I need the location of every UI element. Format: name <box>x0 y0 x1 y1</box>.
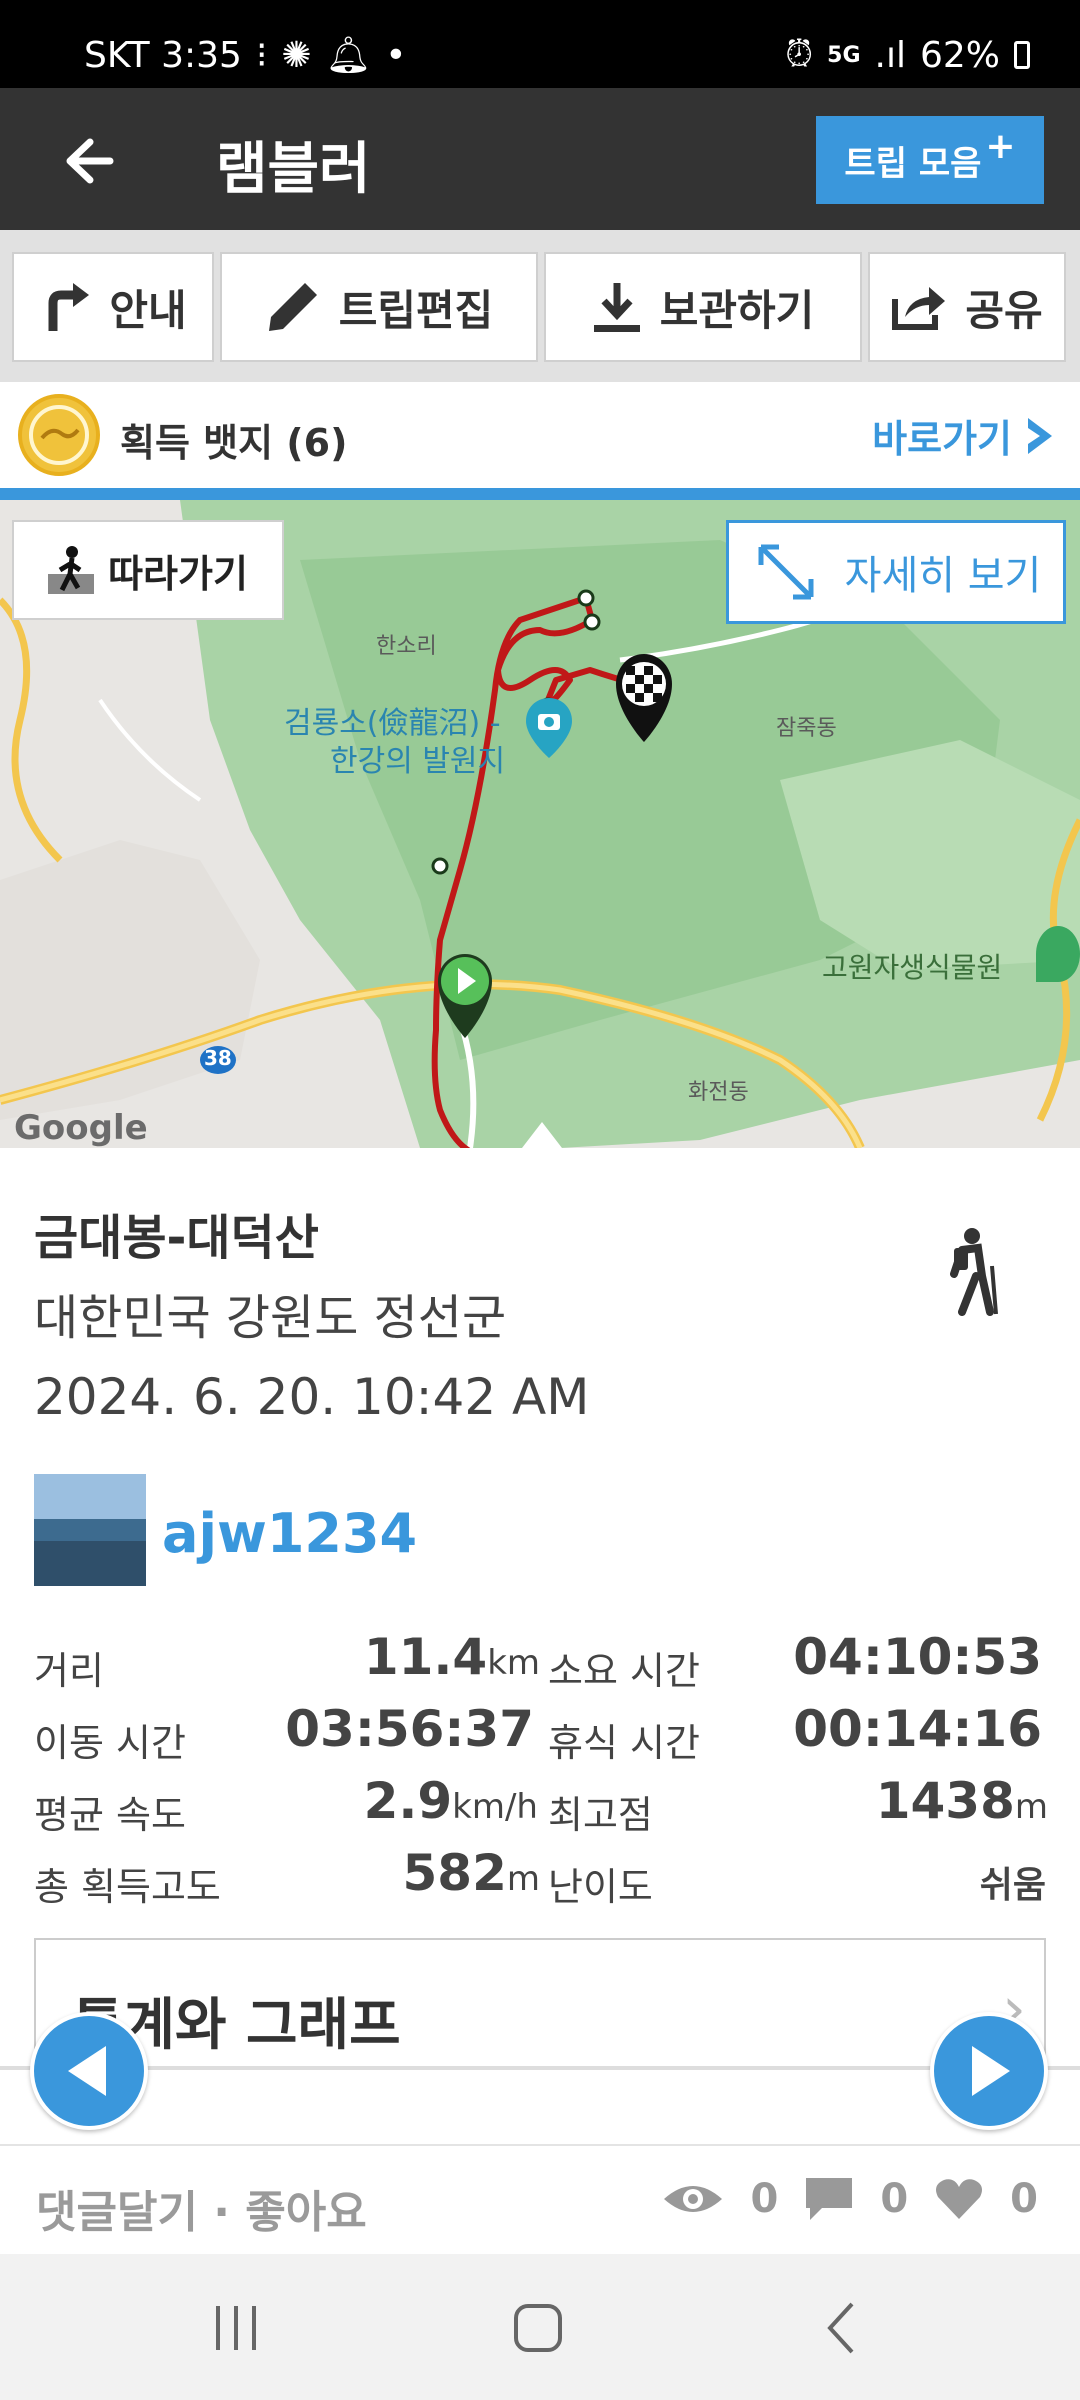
flower-poi-icon[interactable] <box>1036 926 1080 982</box>
network-label: 5G <box>827 42 861 68</box>
detail-view-label: 자세히 보기 <box>844 553 1042 599</box>
guide-button[interactable]: 안내 <box>12 252 214 362</box>
distance-value: 11.4km <box>363 1628 540 1686</box>
comment-icon <box>806 2178 853 2220</box>
username-link[interactable]: ajw1234 <box>162 1502 417 1565</box>
home-icon[interactable] <box>508 2298 568 2358</box>
divider <box>0 2066 1080 2070</box>
share-icon <box>892 287 946 330</box>
footsteps-icon: ⁝ <box>255 34 268 76</box>
map-label-plant-garden: 고원자생식물원 <box>822 951 1003 984</box>
play-left-icon <box>68 2046 106 2096</box>
start-play-pin-icon[interactable] <box>434 950 496 1040</box>
share-label: 공유 <box>965 285 1043 335</box>
map-label-hansori: 한소리 <box>376 634 437 659</box>
edit-trip-label: 트립편집 <box>338 285 494 335</box>
max-elevation-value: 1438m <box>875 1772 1048 1830</box>
follow-button[interactable]: 따라가기 <box>12 520 284 620</box>
action-toolbar: 안내 트립편집 보관하기 공유 <box>0 230 1080 382</box>
chevron-right-icon <box>1028 417 1052 454</box>
edit-trip-button[interactable]: 트립편집 <box>220 252 538 362</box>
total-ascent-label: 총 획득고도 <box>34 1865 221 1909</box>
badge-row[interactable]: 획득 뱃지 (6) 바로가기 <box>0 382 1080 488</box>
duration-value: 04:10:53 <box>793 1628 1042 1686</box>
share-button[interactable]: 공유 <box>868 252 1066 362</box>
route-38-label: 38 <box>204 1046 232 1070</box>
bell-icon: 🔔︎ <box>325 35 372 76</box>
previous-trip-button[interactable] <box>30 2012 148 2130</box>
carrier-time: SKT 3:35 <box>84 34 242 76</box>
medal-icon <box>18 394 100 476</box>
turn-right-icon <box>48 283 90 331</box>
trip-title: 금대봉-대덕산 <box>34 1210 319 1266</box>
app-title: 램블러 <box>216 137 371 202</box>
user-avatar[interactable] <box>34 1474 146 1586</box>
pencil-icon <box>268 283 317 331</box>
detail-view-button[interactable]: 자세히 보기 <box>726 520 1066 624</box>
back-arrow-icon[interactable] <box>50 126 120 196</box>
battery-label: 62% <box>919 34 1000 76</box>
map-label-hwajeon: 화전동 <box>688 1080 749 1105</box>
go-shortcut-link[interactable]: 바로가기 <box>872 408 1058 463</box>
expand-arrows-icon <box>758 544 814 600</box>
moving-time-value: 03:56:37 <box>285 1700 534 1758</box>
system-nav-bar <box>0 2254 1080 2400</box>
view-count: 0 <box>750 2176 779 2222</box>
avg-speed-label: 평균 속도 <box>34 1793 186 1837</box>
map-label-jamjuk: 잠죽동 <box>776 716 837 741</box>
rest-time-value: 00:14:16 <box>793 1700 1042 1758</box>
comment-like-link[interactable]: 댓글달기 · 좋아요 <box>36 2176 367 2240</box>
download-icon <box>593 283 640 332</box>
go-label: 바로가기 <box>872 417 1012 461</box>
camera-poi-icon[interactable] <box>524 696 574 760</box>
stats-graph-button[interactable]: 통계와 그래프 › <box>34 1938 1046 2070</box>
max-elevation-label: 최고점 <box>548 1793 653 1837</box>
play-right-icon <box>972 2046 1010 2096</box>
follow-label: 따라가기 <box>108 551 248 596</box>
total-ascent-value: 582m <box>402 1844 541 1902</box>
trip-collection-label: 트립 모음 <box>844 143 982 184</box>
signal-icon: .ıl <box>874 34 906 76</box>
rest-time-label: 휴식 시간 <box>548 1721 700 1765</box>
map-pointer <box>522 1122 562 1148</box>
recent-apps-icon[interactable] <box>206 2298 266 2358</box>
save-label: 보관하기 <box>659 285 815 335</box>
avg-speed-value: 2.9km/h <box>363 1772 538 1830</box>
distance-label: 거리 <box>34 1649 104 1693</box>
app-bar: 램블러 트립 모음 + <box>0 88 1080 230</box>
hiker-icon <box>950 1228 998 1316</box>
finish-checkered-flag-icon[interactable] <box>612 652 676 744</box>
guide-label: 안내 <box>109 285 187 335</box>
fitness-icon: ✺ <box>281 34 312 76</box>
divider-blue <box>0 488 1080 500</box>
save-button[interactable]: 보관하기 <box>544 252 862 362</box>
alarm-icon: ⏰︎ <box>785 34 814 75</box>
social-row: 댓글달기 · 좋아요 0 0 0 <box>0 2144 1080 2254</box>
heart-icon[interactable] <box>934 2177 984 2221</box>
next-trip-button[interactable] <box>930 2012 1048 2130</box>
google-attribution: Google <box>14 1108 148 1148</box>
status-bar: SKT 3:35 ⁝ ✺ 🔔︎ • ⏰︎ 5G .ıl 62% <box>0 0 1080 88</box>
moving-time-label: 이동 시간 <box>34 1721 186 1765</box>
trip-location: 대한민국 강원도 정선군 <box>34 1290 507 1346</box>
eye-icon <box>664 2186 723 2212</box>
dot-icon: • <box>385 34 407 76</box>
like-count: 0 <box>1010 2176 1038 2222</box>
difficulty-label: 난이도 <box>548 1865 653 1909</box>
map-label-geomryongso-2: 한강의 발원지 <box>330 744 506 779</box>
walker-icon <box>48 546 95 594</box>
comment-count: 0 <box>880 2176 909 2222</box>
trip-date: 2024. 6. 20. 10:42 AM <box>34 1368 590 1426</box>
battery-icon <box>1014 41 1030 69</box>
badge-count-label: 획득 뱃지 (6) <box>120 421 348 465</box>
duration-label: 소요 시간 <box>548 1649 700 1693</box>
difficulty-value: 쉬움 <box>979 1865 1046 1906</box>
route-map[interactable]: 한소리 검룡소(儉龍沼) - 한강의 발원지 잠죽동 고원자생식물원 화전동 3… <box>0 500 1080 1148</box>
trip-collection-button[interactable]: 트립 모음 + <box>816 116 1044 204</box>
back-icon[interactable] <box>812 2298 872 2358</box>
plus-icon: + <box>985 125 1016 167</box>
